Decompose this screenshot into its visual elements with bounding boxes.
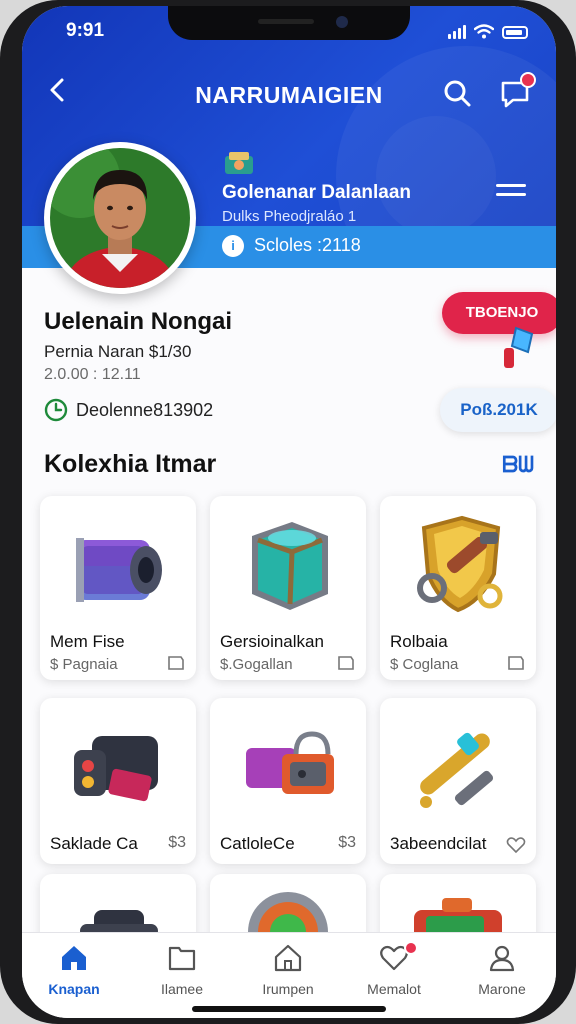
- tab-label: Marone: [478, 981, 526, 997]
- collection-card[interactable]: 3abeendcilat: [380, 698, 536, 864]
- shield-item-icon: [417, 515, 503, 613]
- view-all-button[interactable]: ᗷᗯ: [502, 452, 534, 478]
- camera: [336, 16, 348, 28]
- scores-label: Scloles :2118: [254, 235, 361, 255]
- user-detail: Pernia Naran $1/30: [44, 342, 192, 361]
- tab-home[interactable]: Knapan: [24, 943, 124, 997]
- card-title: Saklade Ca: [50, 834, 138, 853]
- bookmark-icon[interactable]: [336, 654, 356, 672]
- app-screen: 9:91 NARRUMAIGIEN Golenanar Dalanlaan Du…: [22, 6, 556, 1018]
- card-price: $ Coglana: [390, 656, 459, 673]
- user-icon: [489, 945, 515, 972]
- coins-badge[interactable]: Poß.201K: [440, 388, 556, 432]
- messages-button[interactable]: [498, 72, 536, 110]
- gem-icon: [498, 324, 538, 372]
- speaker: [258, 19, 314, 24]
- notification-badge: [520, 72, 536, 88]
- search-button[interactable]: [442, 78, 472, 108]
- card-price: $.Gogallan: [220, 656, 293, 673]
- signal-icon: [448, 25, 466, 39]
- status-icons: [448, 24, 528, 39]
- status-time: 9:91: [66, 20, 105, 41]
- home-icon: [62, 946, 86, 970]
- camera-item-icon: [74, 736, 158, 802]
- collection-card[interactable]: Mem Fise $ Pagnaia: [40, 496, 196, 680]
- wand-item-icon: [420, 732, 494, 808]
- wifi-icon: [474, 24, 494, 39]
- hero-decoration: [376, 116, 496, 236]
- user-id: Deolenne813902: [76, 400, 214, 420]
- chest-item-icon: [76, 538, 162, 602]
- tab-label: Knapan: [48, 981, 100, 997]
- tab-folders[interactable]: Ilamee: [132, 943, 232, 997]
- card-price: $3: [338, 834, 356, 851]
- collection-card[interactable]: Saklade Ca $3: [40, 698, 196, 864]
- card-title: Gersioinalkan: [220, 632, 324, 651]
- avatar-image: [50, 148, 190, 288]
- user-meta: 2.0.00 : 12.11: [44, 366, 141, 383]
- home-indicator[interactable]: [192, 1006, 386, 1012]
- notification-badge: [404, 941, 418, 955]
- avatar-photo: [50, 148, 190, 288]
- trophy-icon: [222, 148, 256, 176]
- collection-card[interactable]: CatloleCe $3: [210, 698, 366, 864]
- house-icon: [274, 944, 302, 972]
- info-icon: i: [222, 235, 244, 257]
- folder-icon: [168, 946, 196, 971]
- card-title: CatloleCe: [220, 834, 295, 853]
- crate-item-icon: [252, 522, 328, 610]
- menu-button[interactable]: [496, 184, 526, 204]
- club-subtitle: Dulks Pheodjraláo 1: [222, 208, 357, 225]
- clock-icon: [44, 398, 68, 422]
- tab-label: Irumpen: [262, 981, 314, 997]
- club-name: Golenanar Dalanlaan: [222, 182, 412, 203]
- bookmark-icon[interactable]: [506, 654, 526, 672]
- card-price: $ Pagnaia: [50, 656, 118, 673]
- bookmark-icon[interactable]: [166, 654, 186, 672]
- tab-house[interactable]: Irumpen: [238, 943, 338, 997]
- tab-label: Ilamee: [160, 981, 204, 997]
- card-title: Mem Fise: [50, 632, 125, 651]
- battery-icon: [502, 26, 528, 39]
- collection-card[interactable]: Gersioinalkan $.Gogallan: [210, 496, 366, 680]
- card-price: $3: [168, 834, 186, 851]
- heart-icon[interactable]: [506, 836, 526, 854]
- lock-item-icon: [246, 731, 334, 794]
- card-title: Rolbaia: [390, 632, 448, 651]
- phone-frame: 9:91 NARRUMAIGIEN Golenanar Dalanlaan Du…: [0, 0, 576, 1024]
- menu-line: [496, 193, 526, 196]
- card-title: 3abeendcilat: [390, 834, 487, 853]
- tab-label: Memalot: [367, 981, 421, 997]
- avatar[interactable]: [44, 142, 196, 294]
- section-title: Kolexhia Itmar: [44, 450, 217, 478]
- app-title: NARRUMAIGIEN: [195, 82, 383, 108]
- user-name: Uelenain Nongai: [44, 308, 233, 335]
- tab-profile[interactable]: Marone: [452, 943, 552, 997]
- collection-card[interactable]: Rolbaia $ Coglana: [380, 496, 536, 680]
- tab-favorites[interactable]: Memalot: [344, 941, 444, 997]
- menu-line: [496, 184, 526, 187]
- search-icon: [444, 80, 471, 107]
- device-notch: [168, 6, 410, 40]
